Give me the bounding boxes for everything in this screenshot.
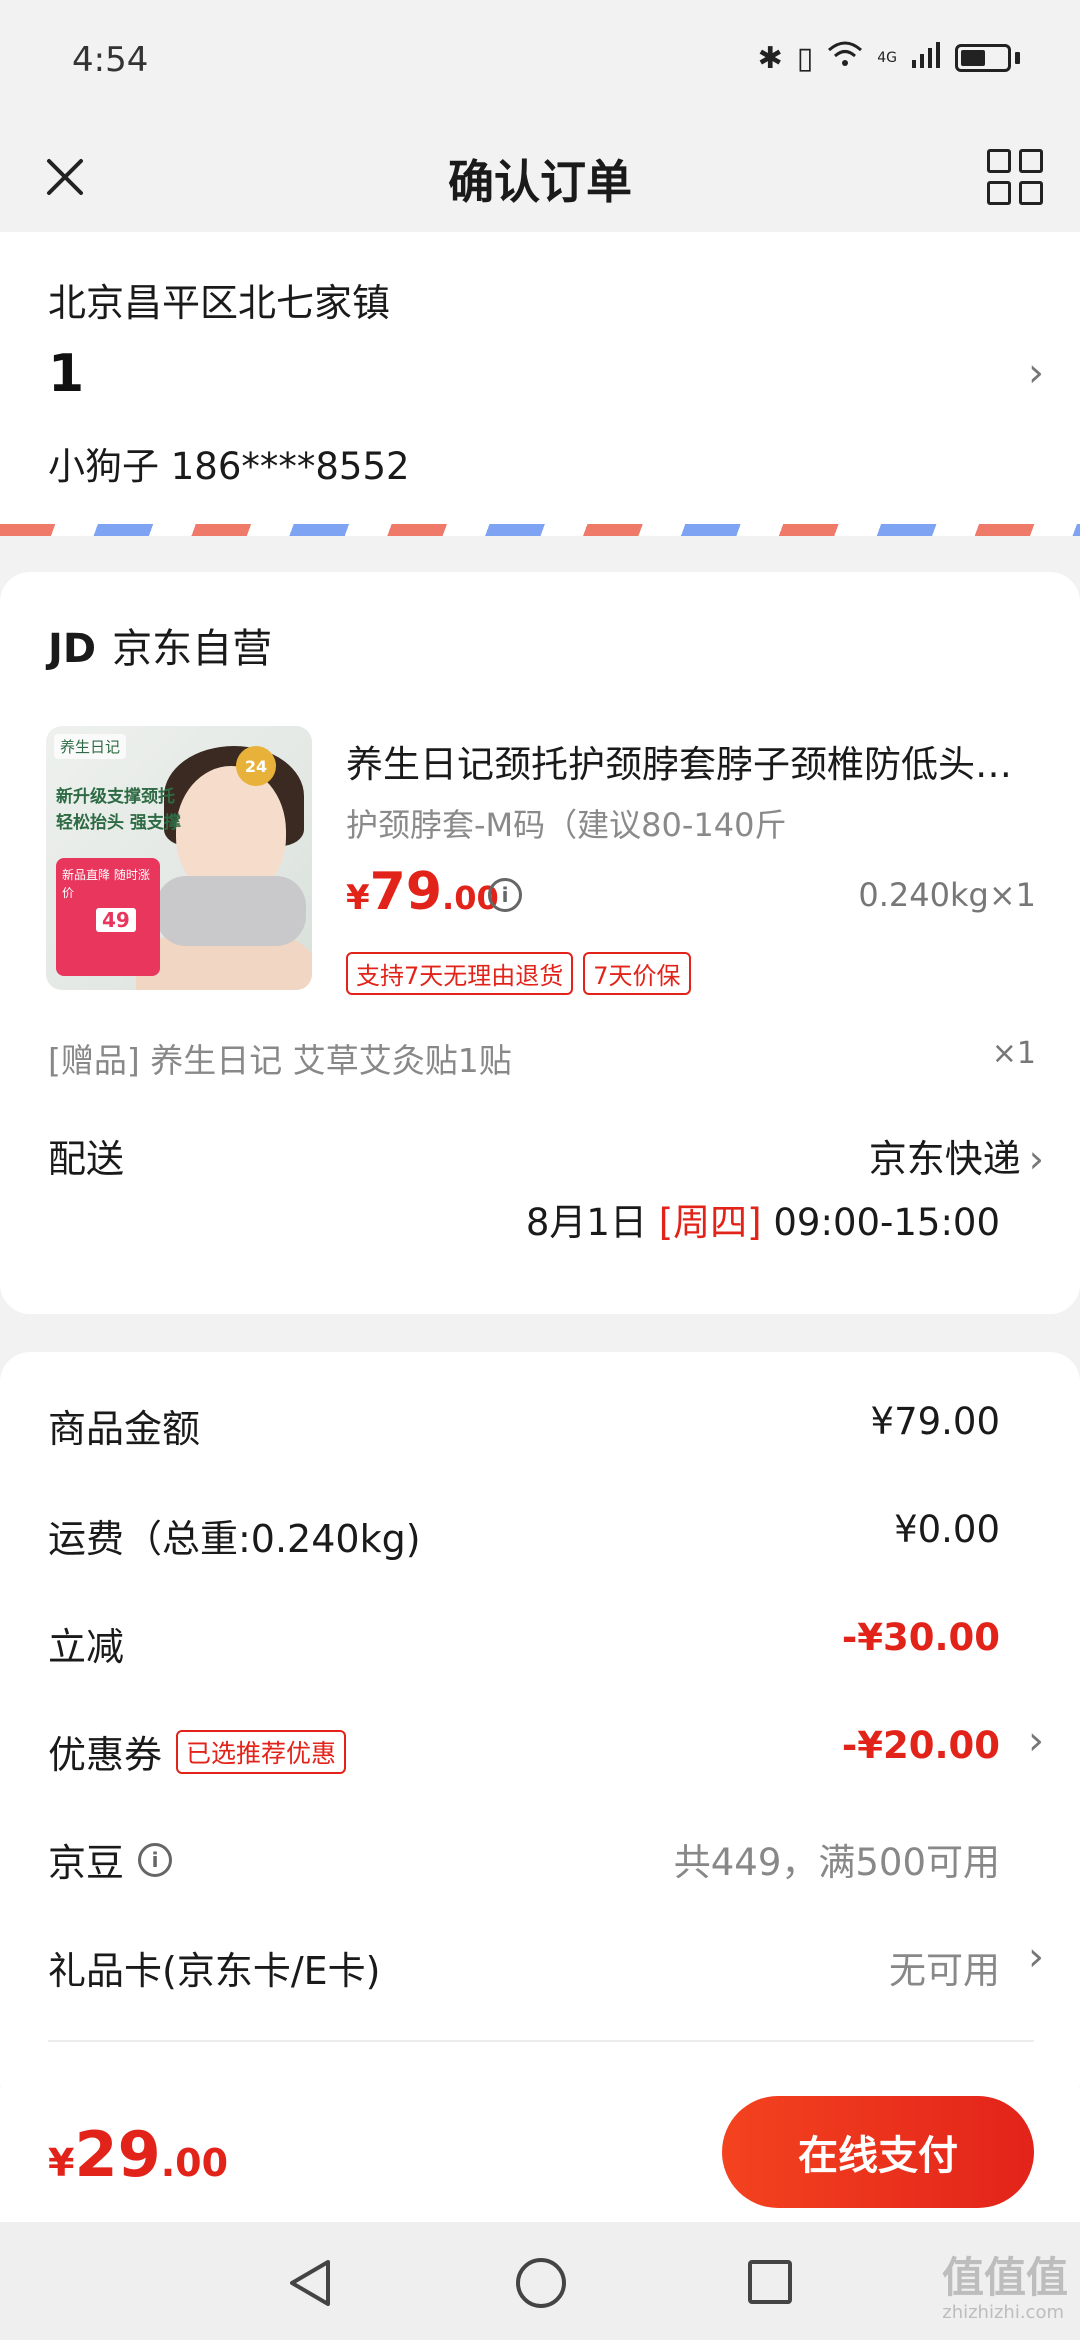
shop-name[interactable]: JD 京东自营 xyxy=(48,616,272,674)
price-summary-card: 商品金额 ¥79.00 运费（总重:0.240kg) ¥0.00 立减 -¥30… xyxy=(0,1352,1080,2112)
product-weight-qty: 0.240kg×1 xyxy=(858,876,1036,914)
status-bar: 4:54 ✱ ▯ 4G xyxy=(0,0,1080,122)
shipping-date: 8月1日 xyxy=(525,1201,647,1244)
product-image-promo: 新品直降 随时涨价 49 xyxy=(56,858,160,976)
more-menu-button[interactable] xyxy=(980,142,1050,212)
shipping-carrier-name: 京东快递 xyxy=(868,1137,1021,1181)
jingdou-value: 共449，满500可用 xyxy=(673,1841,1000,1884)
product-image-brand: 养生日记 xyxy=(54,734,127,759)
address-card[interactable]: 北京昌平区北七家镇 1 小狗子 186****8552 › xyxy=(0,232,1080,528)
product-image-promo-price: 49 xyxy=(96,908,136,932)
address-contact: 小狗子 186****8552 xyxy=(48,445,410,488)
coupon-label: 优惠券 xyxy=(48,1733,163,1777)
freight-value: ¥0.00 xyxy=(894,1508,1000,1551)
system-nav-bar: 值值值 zhizhizhi.com xyxy=(0,2222,1080,2340)
product-spec[interactable]: 护颈脖套-M码（建议80-140斤 xyxy=(346,800,787,846)
shipping-time[interactable]: 8月1日 [周四] 09:00-15:00 xyxy=(526,1192,1000,1246)
checkout-bar: ¥29.00 在线支付 xyxy=(0,2088,1080,2222)
discount-value: -¥30.00 xyxy=(841,1616,1000,1659)
jingdou-row: 京豆 i xyxy=(48,1832,173,1887)
jd-logo: JD xyxy=(48,626,97,672)
coupon-value[interactable]: -¥20.00 xyxy=(842,1724,1000,1767)
battery-icon xyxy=(955,44,1011,72)
grid-icon xyxy=(987,149,1011,173)
shipping-weekday: [周四] xyxy=(658,1201,762,1244)
shipping-carrier[interactable]: 京东快递 › xyxy=(869,1128,1044,1183)
signal-icon xyxy=(911,40,941,76)
price-integer: 79 xyxy=(369,862,443,922)
product-image-line2: 轻松抬头 强支撑 xyxy=(56,813,181,833)
battery-tip xyxy=(1015,52,1020,64)
product-image-badge: 24 xyxy=(236,746,276,786)
tag-return-policy: 支持7天无理由退货 xyxy=(346,952,574,995)
gift-qty: ×1 xyxy=(991,1036,1036,1071)
jingdou-label: 京豆 xyxy=(48,1841,125,1885)
address-detail: 1 xyxy=(48,344,85,404)
product-image[interactable]: 24 养生日记 新升级支撑颈托 轻松抬头 强支撑 新品直降 随时涨价 49 xyxy=(46,726,312,990)
shipping-label: 配送 xyxy=(48,1137,125,1181)
total-price: ¥29.00 xyxy=(48,2118,228,2191)
nav-bar: 确认订单 xyxy=(0,122,1080,232)
goods-amount-value: ¥79.00 xyxy=(870,1400,1000,1443)
freight-label: 运费（总重:0.240kg) xyxy=(48,1517,421,1561)
price-symbol: ¥ xyxy=(346,878,370,918)
watermark-url: zhizhizhi.com xyxy=(942,2302,1064,2323)
product-image-promo-text: 新品直降 随时涨价 xyxy=(62,868,150,900)
price-info-icon[interactable]: i xyxy=(488,878,522,912)
tag-price-protect: 7天价保 xyxy=(583,952,691,995)
chevron-right-icon: › xyxy=(1028,1137,1044,1181)
goods-amount-label: 商品金额 xyxy=(48,1407,201,1451)
product-title[interactable]: 养生日记颈托护颈脖套脖子颈椎防低头神器 xyxy=(346,734,1036,788)
back-triangle-icon xyxy=(290,2260,330,2306)
total-symbol: ¥ xyxy=(48,2141,75,2185)
home-nav-button[interactable] xyxy=(516,2258,566,2308)
product-tags: 支持7天无理由退货 7天价保 xyxy=(346,952,691,995)
watermark-logo: 值值值 xyxy=(941,2253,1068,2302)
product-image-collar xyxy=(156,876,306,946)
total-integer: 29 xyxy=(74,2118,161,2191)
jingdou-info-icon[interactable]: i xyxy=(138,1842,173,1877)
shipping-window: 09:00-15:00 xyxy=(773,1201,1000,1244)
chevron-right-icon: › xyxy=(1028,1718,1044,1764)
network-type: 4G xyxy=(877,50,897,66)
wifi-icon xyxy=(827,40,863,76)
status-time: 4:54 xyxy=(72,40,149,80)
back-nav-button[interactable] xyxy=(288,2258,332,2312)
divider xyxy=(48,2040,1034,2042)
page-title: 确认订单 xyxy=(448,155,632,209)
total-decimal: .00 xyxy=(160,2141,229,2185)
shop-label: 京东自营 xyxy=(112,626,273,672)
giftcard-value[interactable]: 无可用 xyxy=(889,1940,1000,1994)
coupon-tag: 已选推荐优惠 xyxy=(176,1729,347,1774)
pay-online-button[interactable]: 在线支付 xyxy=(722,2096,1034,2208)
airmail-divider xyxy=(0,524,1080,536)
chevron-right-icon: › xyxy=(1028,1934,1044,1980)
vibrate-icon: ▯ xyxy=(796,40,814,76)
bluetooth-icon: ✱ xyxy=(757,40,783,76)
product-card: JD 京东自营 24 养生日记 新升级支撑颈托 轻松抬头 强支撑 新品直降 随时涨… xyxy=(0,572,1080,1314)
discount-label: 立减 xyxy=(48,1625,125,1669)
product-image-line1: 新升级支撑颈托 xyxy=(56,787,175,807)
giftcard-label[interactable]: 礼品卡(京东卡/E卡) xyxy=(48,1940,380,1995)
coupon-row[interactable]: 优惠券 已选推荐优惠 xyxy=(48,1724,347,1779)
chevron-right-icon: › xyxy=(1028,350,1044,396)
status-icons: ✱ ▯ 4G xyxy=(758,40,1020,76)
recents-nav-button[interactable] xyxy=(748,2260,792,2304)
address-region: 北京昌平区北七家镇 xyxy=(48,281,391,325)
gift-label: [赠品] 养生日记 艾草艾灸贴1贴 xyxy=(48,1041,512,1080)
product-price: ¥79.00 xyxy=(346,862,499,922)
